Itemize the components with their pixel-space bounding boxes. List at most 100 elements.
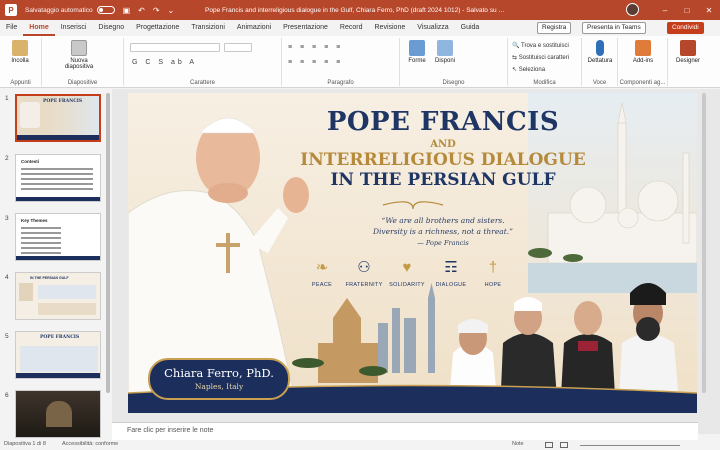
font-size-field[interactable]	[224, 43, 252, 52]
shapes-button[interactable]: Forme	[402, 40, 432, 64]
tab-animations[interactable]: Animazioni	[231, 20, 277, 36]
thumb-number: 6	[5, 392, 9, 399]
tab-record[interactable]: Record	[334, 20, 369, 36]
hope-item[interactable]: † HOPE	[472, 255, 514, 289]
thumb-number: 2	[5, 155, 9, 162]
slide-editor: POPE FRANCIS AND INTERRELIGIOUS DIALOGUE…	[112, 89, 720, 434]
slide-title-line2[interactable]: INTERRELIGIOUS DIALOGUE	[268, 150, 618, 170]
share-button[interactable]: Condividi	[667, 22, 704, 34]
powerpoint-app-icon: P	[5, 4, 17, 16]
find-button[interactable]: 🔍 Trova e sostituisci	[512, 42, 569, 49]
slide-scrollbar[interactable]	[702, 93, 706, 393]
arrange-icon	[437, 40, 453, 56]
group-addins: Add-ins Componenti ag...	[618, 38, 668, 86]
record-button[interactable]: Registra	[537, 22, 572, 34]
autosave-toggle[interactable]	[96, 6, 115, 14]
quote-line: “We are all brothers and sisters.	[381, 216, 505, 225]
dialogue-item[interactable]: ☶ DIALOGUE	[430, 255, 472, 288]
thumb-title: POPE FRANCIS	[43, 99, 83, 104]
new-slide-button[interactable]: Nuova diapositiva	[60, 40, 98, 70]
user-avatar[interactable]	[626, 3, 639, 16]
close-icon[interactable]: ✕	[699, 0, 719, 20]
thumb-figure	[19, 283, 33, 301]
paste-button[interactable]: Incolla	[3, 40, 37, 64]
author-name-card[interactable]: Chiara Ferro, PhD. Naples, Italy	[148, 358, 290, 400]
normal-view-icon[interactable]	[545, 442, 553, 448]
thumbnail-slide-2[interactable]: Contesti	[15, 154, 101, 202]
fraternity-item[interactable]: ⚇ FRATERNITY	[343, 255, 385, 288]
font-format-buttons[interactable]: G C S ab A	[132, 59, 197, 66]
autosave-label: Salvataggio automatico	[25, 6, 93, 14]
tab-design[interactable]: Progettazione	[130, 20, 185, 36]
slide-1-canvas[interactable]: POPE FRANCIS AND INTERRELIGIOUS DIALOGUE…	[128, 93, 697, 413]
tab-home[interactable]: Home	[23, 20, 55, 36]
solidarity-item[interactable]: ♥ SOLIDARITY	[386, 255, 428, 289]
addins-button[interactable]: Add-ins	[626, 40, 660, 64]
thumb-band	[16, 373, 100, 378]
heart-hands-icon: ♥	[402, 258, 412, 276]
quote-author[interactable]: — Pope Francis	[323, 239, 563, 247]
thumbnail-slide-5[interactable]: POPE FRANCIS	[15, 331, 101, 379]
present-in-teams-button[interactable]: Presenta in Teams	[582, 22, 646, 34]
slide-title-line3[interactable]: IN THE PERSIAN GULF	[268, 170, 618, 190]
thumb-lines	[21, 168, 93, 170]
align-buttons[interactable]: ≡ ≡ ≡ ≡ ≡	[288, 59, 343, 66]
dove-icon: ❧	[315, 259, 329, 276]
tab-view[interactable]: Visualizza	[411, 20, 454, 36]
document-title: Pope Francis and interreligious dialogue…	[205, 6, 505, 14]
undo-icon[interactable]: ↶	[138, 6, 145, 15]
thumbnails-scrollbar[interactable]	[106, 93, 110, 393]
quote-line: Diversity is a richness, not a threat.”	[373, 227, 513, 236]
maximize-icon[interactable]: □	[677, 0, 697, 20]
arrange-button[interactable]: Disponi	[430, 40, 460, 64]
slide-quote[interactable]: “We are all brothers and sisters. Divers…	[323, 215, 563, 237]
thumb-title: IN THE PERSIAN GULF	[30, 276, 69, 280]
thumb-title: Key Themes	[21, 218, 48, 223]
group-font: G C S ab A Carattere	[124, 38, 282, 86]
dictate-button[interactable]: Dettatura	[583, 40, 617, 64]
group-slides: Nuova diapositiva Diapositive	[42, 38, 124, 86]
thumb-band	[16, 256, 100, 260]
redo-icon[interactable]: ↷	[153, 6, 160, 15]
slide-title-and[interactable]: AND	[298, 139, 588, 150]
thumb-band	[16, 197, 100, 201]
tab-draw[interactable]: Disegno	[92, 20, 130, 36]
group-designer: Designer	[668, 38, 708, 86]
list-buttons[interactable]: ≡ ≡ ≡ ≡ ≡	[288, 44, 343, 51]
thumb-band	[17, 135, 99, 140]
author-name: Chiara Ferro, PhD.	[164, 366, 274, 380]
tab-help[interactable]: Guida	[455, 20, 486, 36]
status-bar: Diapositiva 1 di 8 Accessibilità: confor…	[0, 440, 720, 450]
thumb-title: POPE FRANCIS	[40, 335, 80, 340]
tab-review[interactable]: Revisione	[369, 20, 412, 36]
author-location: Naples, Italy	[194, 382, 244, 391]
save-icon[interactable]: ▣	[123, 6, 131, 15]
sorter-view-icon[interactable]	[560, 442, 568, 448]
peace-item[interactable]: ❧ PEACE	[301, 255, 343, 288]
minimize-icon[interactable]: –	[655, 0, 675, 20]
icon-label: HOPE	[484, 282, 502, 288]
replace-button[interactable]: ⇆ Sostituisci caratteri	[512, 54, 569, 61]
thumb-box	[38, 285, 96, 299]
notes-toggle[interactable]: Note	[512, 441, 524, 447]
tab-file[interactable]: File	[0, 20, 23, 36]
thumbnail-slide-1[interactable]: POPE FRANCIS	[15, 94, 101, 142]
slide-thumbnails-pane: 1 POPE FRANCIS 2 Contesti 3 Key Themes 4…	[0, 89, 112, 438]
zoom-slider[interactable]	[580, 445, 680, 446]
designer-button[interactable]: Designer	[671, 40, 705, 64]
thumbnail-slide-3[interactable]: Key Themes	[15, 213, 101, 261]
group-editing: 🔍 Trova e sostituisci ⇆ Sostituisci cara…	[508, 38, 582, 86]
accessibility-status[interactable]: Accessibilità: conforme	[62, 441, 118, 447]
notes-pane[interactable]: Fare clic per inserire le note	[112, 422, 698, 440]
font-name-field[interactable]	[130, 43, 220, 52]
slide-title-line1[interactable]: POPE FRANCIS	[298, 107, 588, 137]
icon-label: DIALOGUE	[435, 282, 467, 288]
thumbnail-slide-4[interactable]: IN THE PERSIAN GULF	[15, 272, 101, 320]
tab-transitions[interactable]: Transizioni	[185, 20, 231, 36]
tab-insert[interactable]: Inserisci	[55, 20, 93, 36]
customize-qat-icon[interactable]: ⌄	[168, 6, 175, 15]
thumbnail-slide-6[interactable]	[15, 390, 101, 438]
select-button[interactable]: ↖ Seleziona	[512, 66, 545, 73]
thumb-title: Contesti	[21, 159, 39, 164]
tab-slideshow[interactable]: Presentazione	[277, 20, 334, 36]
